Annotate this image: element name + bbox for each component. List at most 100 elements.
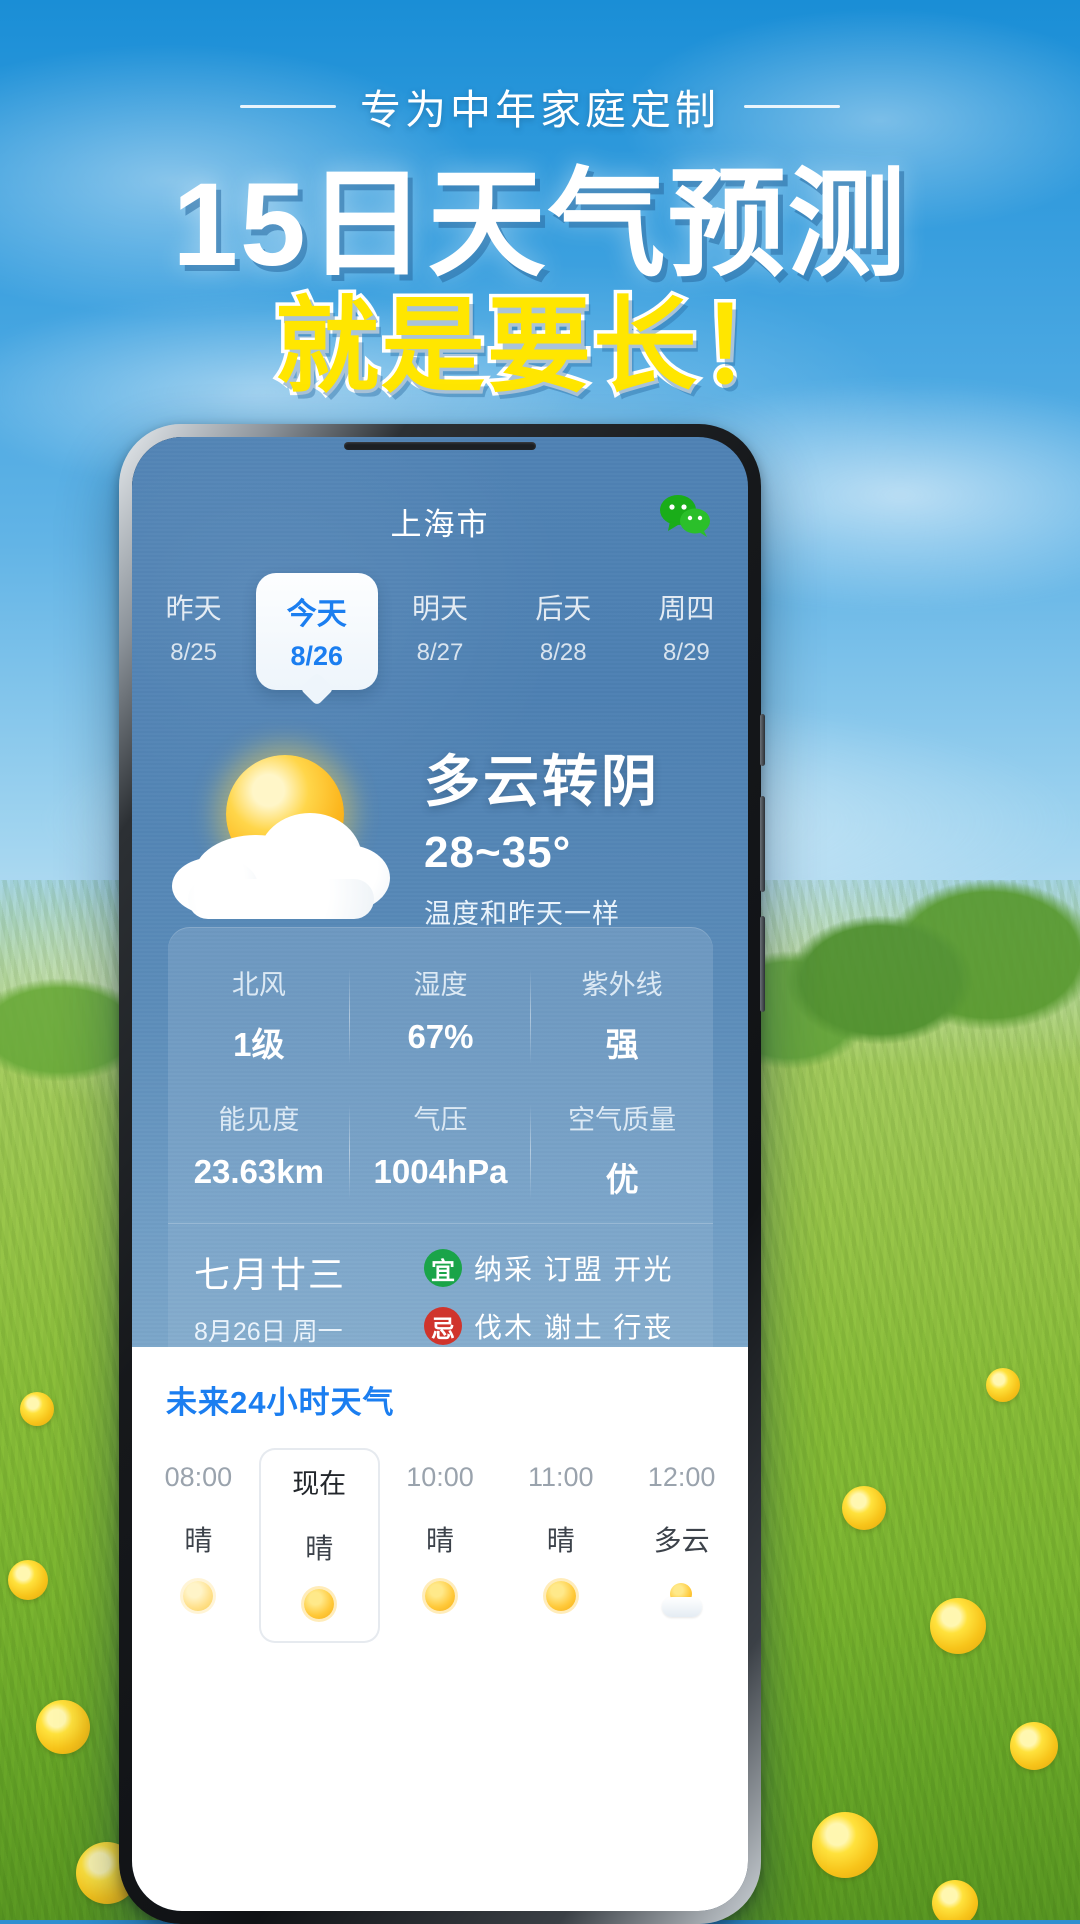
stat-uv: 紫外线 强 — [531, 949, 713, 1084]
stat-air-quality: 空气质量 优 — [531, 1084, 713, 1219]
stat-value: 23.63km — [193, 1153, 324, 1190]
earpiece-speaker — [344, 442, 536, 450]
hourly-forecast-list[interactable]: 08:00 晴 现在 晴 10:00 晴 11:00 晴 12:00 多云 — [132, 1448, 748, 1643]
sun-behind-cloud-icon — [164, 739, 414, 929]
stat-value: 强 — [605, 1026, 639, 1063]
day-tab-day-after[interactable]: 后天 8/28 — [502, 573, 625, 690]
day-tab-date: 8/28 — [539, 639, 587, 666]
city-row: 上海市 — [132, 499, 748, 544]
temperature-range: 28~35° — [424, 828, 572, 877]
gregorian-date: 8月26日 周一 — [194, 1318, 343, 1346]
day-tab-label: 昨天 — [165, 593, 222, 624]
day-tab-label: 后天 — [535, 593, 592, 624]
flower — [930, 1598, 986, 1654]
hourly-condition: 晴 — [305, 1533, 334, 1564]
hourly-condition: 多云 — [653, 1525, 710, 1556]
day-tab-today[interactable]: 今天 8/26 — [255, 573, 378, 690]
temperature-note: 温度和昨天一样 — [424, 899, 620, 929]
sun-icon — [176, 1581, 220, 1625]
hourly-time: 12:00 — [647, 1462, 716, 1492]
hourly-time: 10:00 — [406, 1462, 474, 1492]
stat-pressure: 气压 1004hPa — [350, 1084, 532, 1219]
hourly-item[interactable]: 10:00 晴 — [380, 1448, 501, 1643]
stat-humidity: 湿度 67% — [350, 949, 532, 1084]
sun-icon — [539, 1581, 583, 1625]
hourly-time: 11:00 — [528, 1462, 594, 1492]
day-tab-label: 明天 — [412, 593, 469, 624]
stat-wind: 北风 1级 — [168, 949, 350, 1084]
day-tab-tomorrow[interactable]: 明天 8/27 — [378, 573, 501, 690]
day-tab-label: 今天 — [286, 598, 347, 631]
stat-label: 湿度 — [413, 970, 468, 1000]
hourly-condition: 晴 — [184, 1525, 213, 1556]
hourly-time: 08:00 — [164, 1462, 233, 1492]
weather-detail-card: 北风 1级 湿度 67% 紫外线 强 能见度 23.63km 气压 1004hP… — [168, 927, 713, 1374]
flower — [812, 1812, 878, 1878]
stat-label: 能见度 — [218, 1105, 300, 1135]
day-tab-date: 8/26 — [290, 641, 344, 671]
weather-stat-grid: 北风 1级 湿度 67% 紫外线 强 能见度 23.63km 气压 1004hP… — [168, 949, 713, 1219]
phone-button-volume-down — [760, 916, 765, 1012]
day-tab-date: 8/27 — [416, 639, 464, 666]
headline-primary: 15日天气预测 — [172, 159, 908, 291]
hourly-item-now[interactable]: 现在 晴 — [258, 1448, 380, 1643]
flower — [842, 1486, 886, 1530]
hourly-condition: 晴 — [546, 1525, 575, 1556]
wechat-icon[interactable] — [658, 493, 712, 537]
page-title: 上海市 — [390, 507, 490, 542]
flower — [36, 1700, 90, 1754]
day-tab-date: 8/25 — [170, 639, 217, 666]
weather-condition: 多云转阴 — [424, 750, 660, 813]
hourly-time: 现在 — [292, 1469, 347, 1499]
hourly-forecast-panel: 未来24小时天气 08:00 晴 现在 晴 10:00 晴 11:00 晴 12… — [132, 1347, 748, 1911]
almanac-bad-items: 伐木 谢土 行丧 — [474, 1312, 674, 1343]
stat-value: 1级 — [233, 1026, 285, 1063]
hourly-forecast-title: 未来24小时天气 — [166, 1385, 395, 1420]
stat-label: 空气质量 — [568, 1105, 677, 1135]
lunar-date: 七月廿三 — [194, 1254, 347, 1295]
day-tabs: 昨天 8/25 今天 8/26 明天 8/27 后天 8/28 周四 8/29 — [132, 573, 748, 690]
current-weather-text: 多云转阴 28~35° 温度和昨天一样 — [414, 737, 748, 931]
flower — [1010, 1722, 1058, 1770]
hourly-item[interactable]: 08:00 晴 — [138, 1448, 259, 1643]
phone-mockup: 上海市 昨天 8/25 今天 8/26 明天 8/27 后天 8/28 周四 8… — [119, 424, 765, 1924]
almanac-bad-badge: 忌 — [424, 1307, 462, 1345]
almanac-good-items: 纳采 订盟 开光 — [474, 1254, 674, 1285]
hourly-item[interactable]: 11:00 晴 — [500, 1448, 621, 1643]
hourly-item[interactable]: 12:00 多云 — [621, 1448, 742, 1643]
cloud-base — [188, 879, 374, 919]
sun-icon — [297, 1589, 341, 1633]
almanac-bad-row: 忌 伐木 谢土 行丧 — [424, 1306, 687, 1346]
kicker-text: 专为中年家庭定制 — [360, 87, 720, 133]
flower — [986, 1368, 1020, 1402]
phone-button-volume-up — [760, 796, 765, 892]
hourly-condition: 晴 — [425, 1525, 454, 1556]
stat-label: 紫外线 — [581, 970, 663, 1000]
sun-icon — [418, 1581, 462, 1625]
stat-visibility: 能见度 23.63km — [168, 1084, 350, 1219]
stat-label: 气压 — [413, 1105, 468, 1135]
day-tab-thursday[interactable]: 周四 8/29 — [625, 573, 748, 690]
promo-headline: 专为中年家庭定制 15日天气预测 就是要长！ — [0, 0, 1080, 405]
flower — [932, 1880, 978, 1920]
almanac-good-badge: 宜 — [424, 1249, 462, 1287]
phone-button-power — [760, 714, 765, 766]
phone-screen: 上海市 昨天 8/25 今天 8/26 明天 8/27 后天 8/28 周四 8… — [132, 437, 748, 1911]
kicker-rule-right — [744, 104, 840, 108]
flower — [8, 1560, 48, 1600]
headline-secondary: 就是要长！ — [271, 288, 806, 405]
current-weather: 多云转阴 28~35° 温度和昨天一样 — [132, 737, 748, 931]
day-tab-yesterday[interactable]: 昨天 8/25 — [132, 573, 255, 690]
stat-value: 优 — [605, 1161, 639, 1198]
almanac-advice: 宜 纳采 订盟 开光 忌 伐木 谢土 行丧 — [424, 1248, 687, 1346]
day-tab-date: 8/29 — [663, 639, 710, 666]
stat-value: 1004hPa — [373, 1153, 508, 1190]
stat-value: 67% — [407, 1018, 474, 1055]
almanac-good-row: 宜 纳采 订盟 开光 — [424, 1248, 687, 1288]
weather-app: 上海市 昨天 8/25 今天 8/26 明天 8/27 后天 8/28 周四 8… — [132, 437, 748, 1911]
day-tab-label: 周四 — [658, 593, 715, 624]
day-tab-selected-card: 今天 8/26 — [255, 573, 378, 690]
kicker-row: 专为中年家庭定制 — [0, 76, 1080, 136]
flower — [20, 1392, 54, 1426]
sun-behind-cloud-icon — [660, 1581, 704, 1625]
